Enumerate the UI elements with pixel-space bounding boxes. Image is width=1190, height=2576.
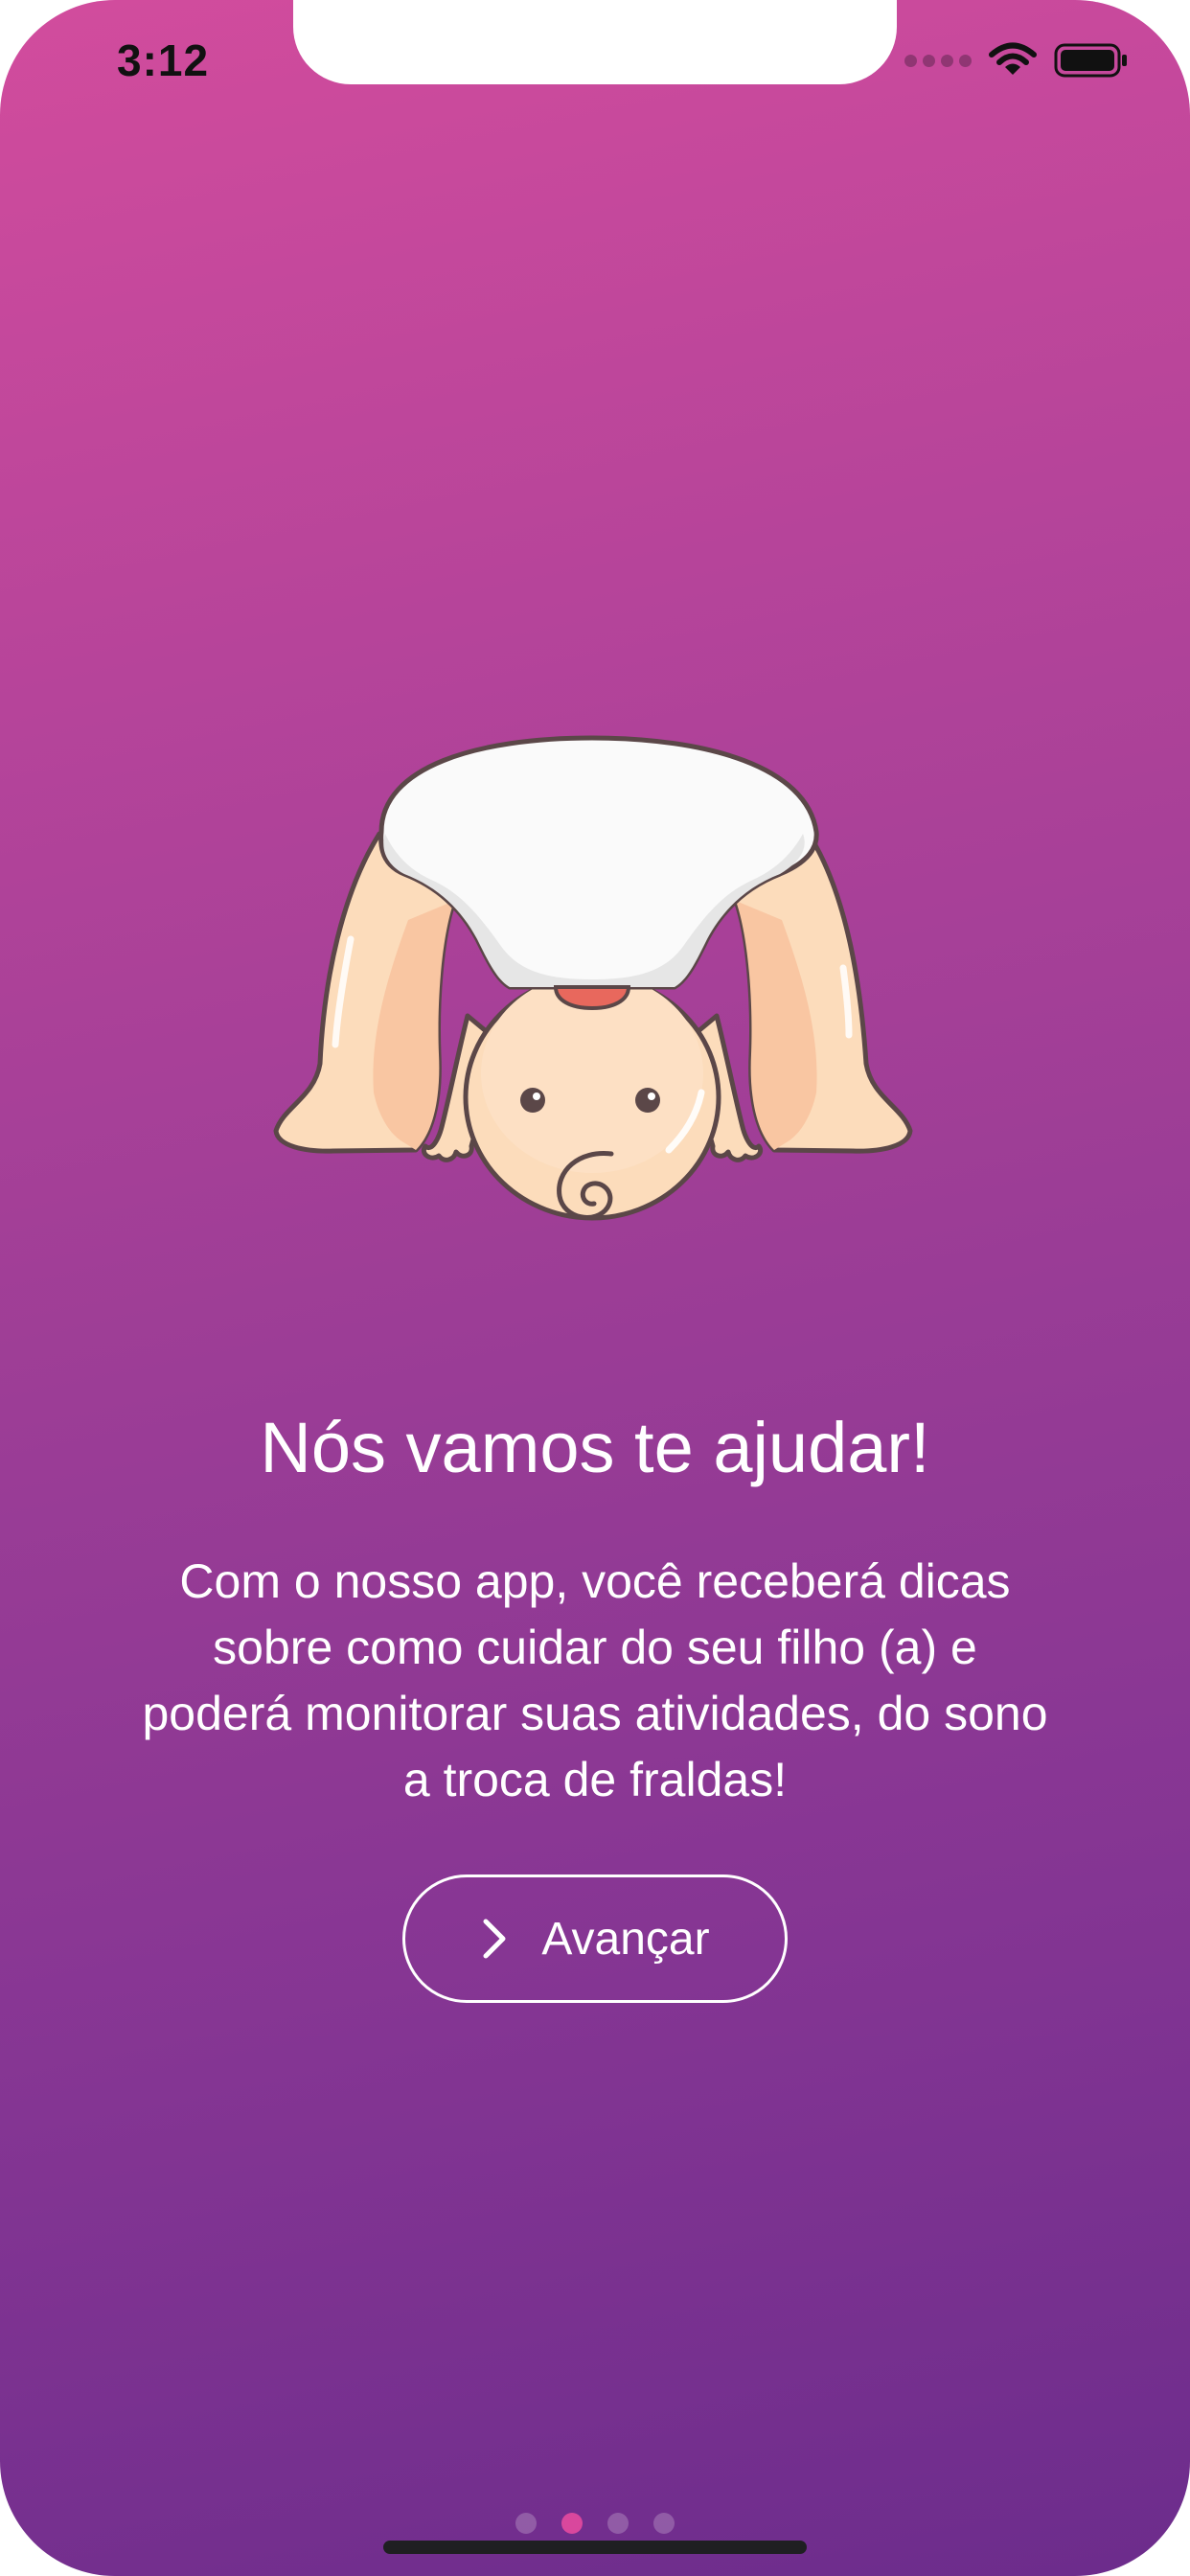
description-text: Com o nosso app, você receberá dicas sob… [142, 1554, 1048, 1806]
page-title: Nós vamos te ajudar! [260, 1408, 930, 1487]
battery-icon [1054, 43, 1127, 78]
page-dot-1[interactable] [515, 2513, 537, 2534]
page-dot-4[interactable] [653, 2513, 675, 2534]
device-notch [293, 0, 897, 84]
advance-button-label: Avançar [541, 1913, 710, 1965]
baby-illustration [273, 735, 913, 1221]
home-indicator[interactable] [383, 2541, 807, 2554]
onboarding-screen: 3:12 Nós vamos te ajudar! Com o nosso ap… [0, 0, 1190, 2576]
chevron-right-icon [483, 1919, 506, 1959]
advance-button[interactable]: Avançar [402, 1874, 788, 2003]
wifi-icon [989, 42, 1037, 75]
page-indicator[interactable] [0, 2513, 1190, 2534]
status-time: 3:12 [117, 35, 210, 85]
page-dot-2-active[interactable] [561, 2513, 583, 2534]
status-icons [904, 42, 1129, 79]
page-dot-3[interactable] [607, 2513, 629, 2534]
cellular-signal-icon [904, 54, 972, 67]
